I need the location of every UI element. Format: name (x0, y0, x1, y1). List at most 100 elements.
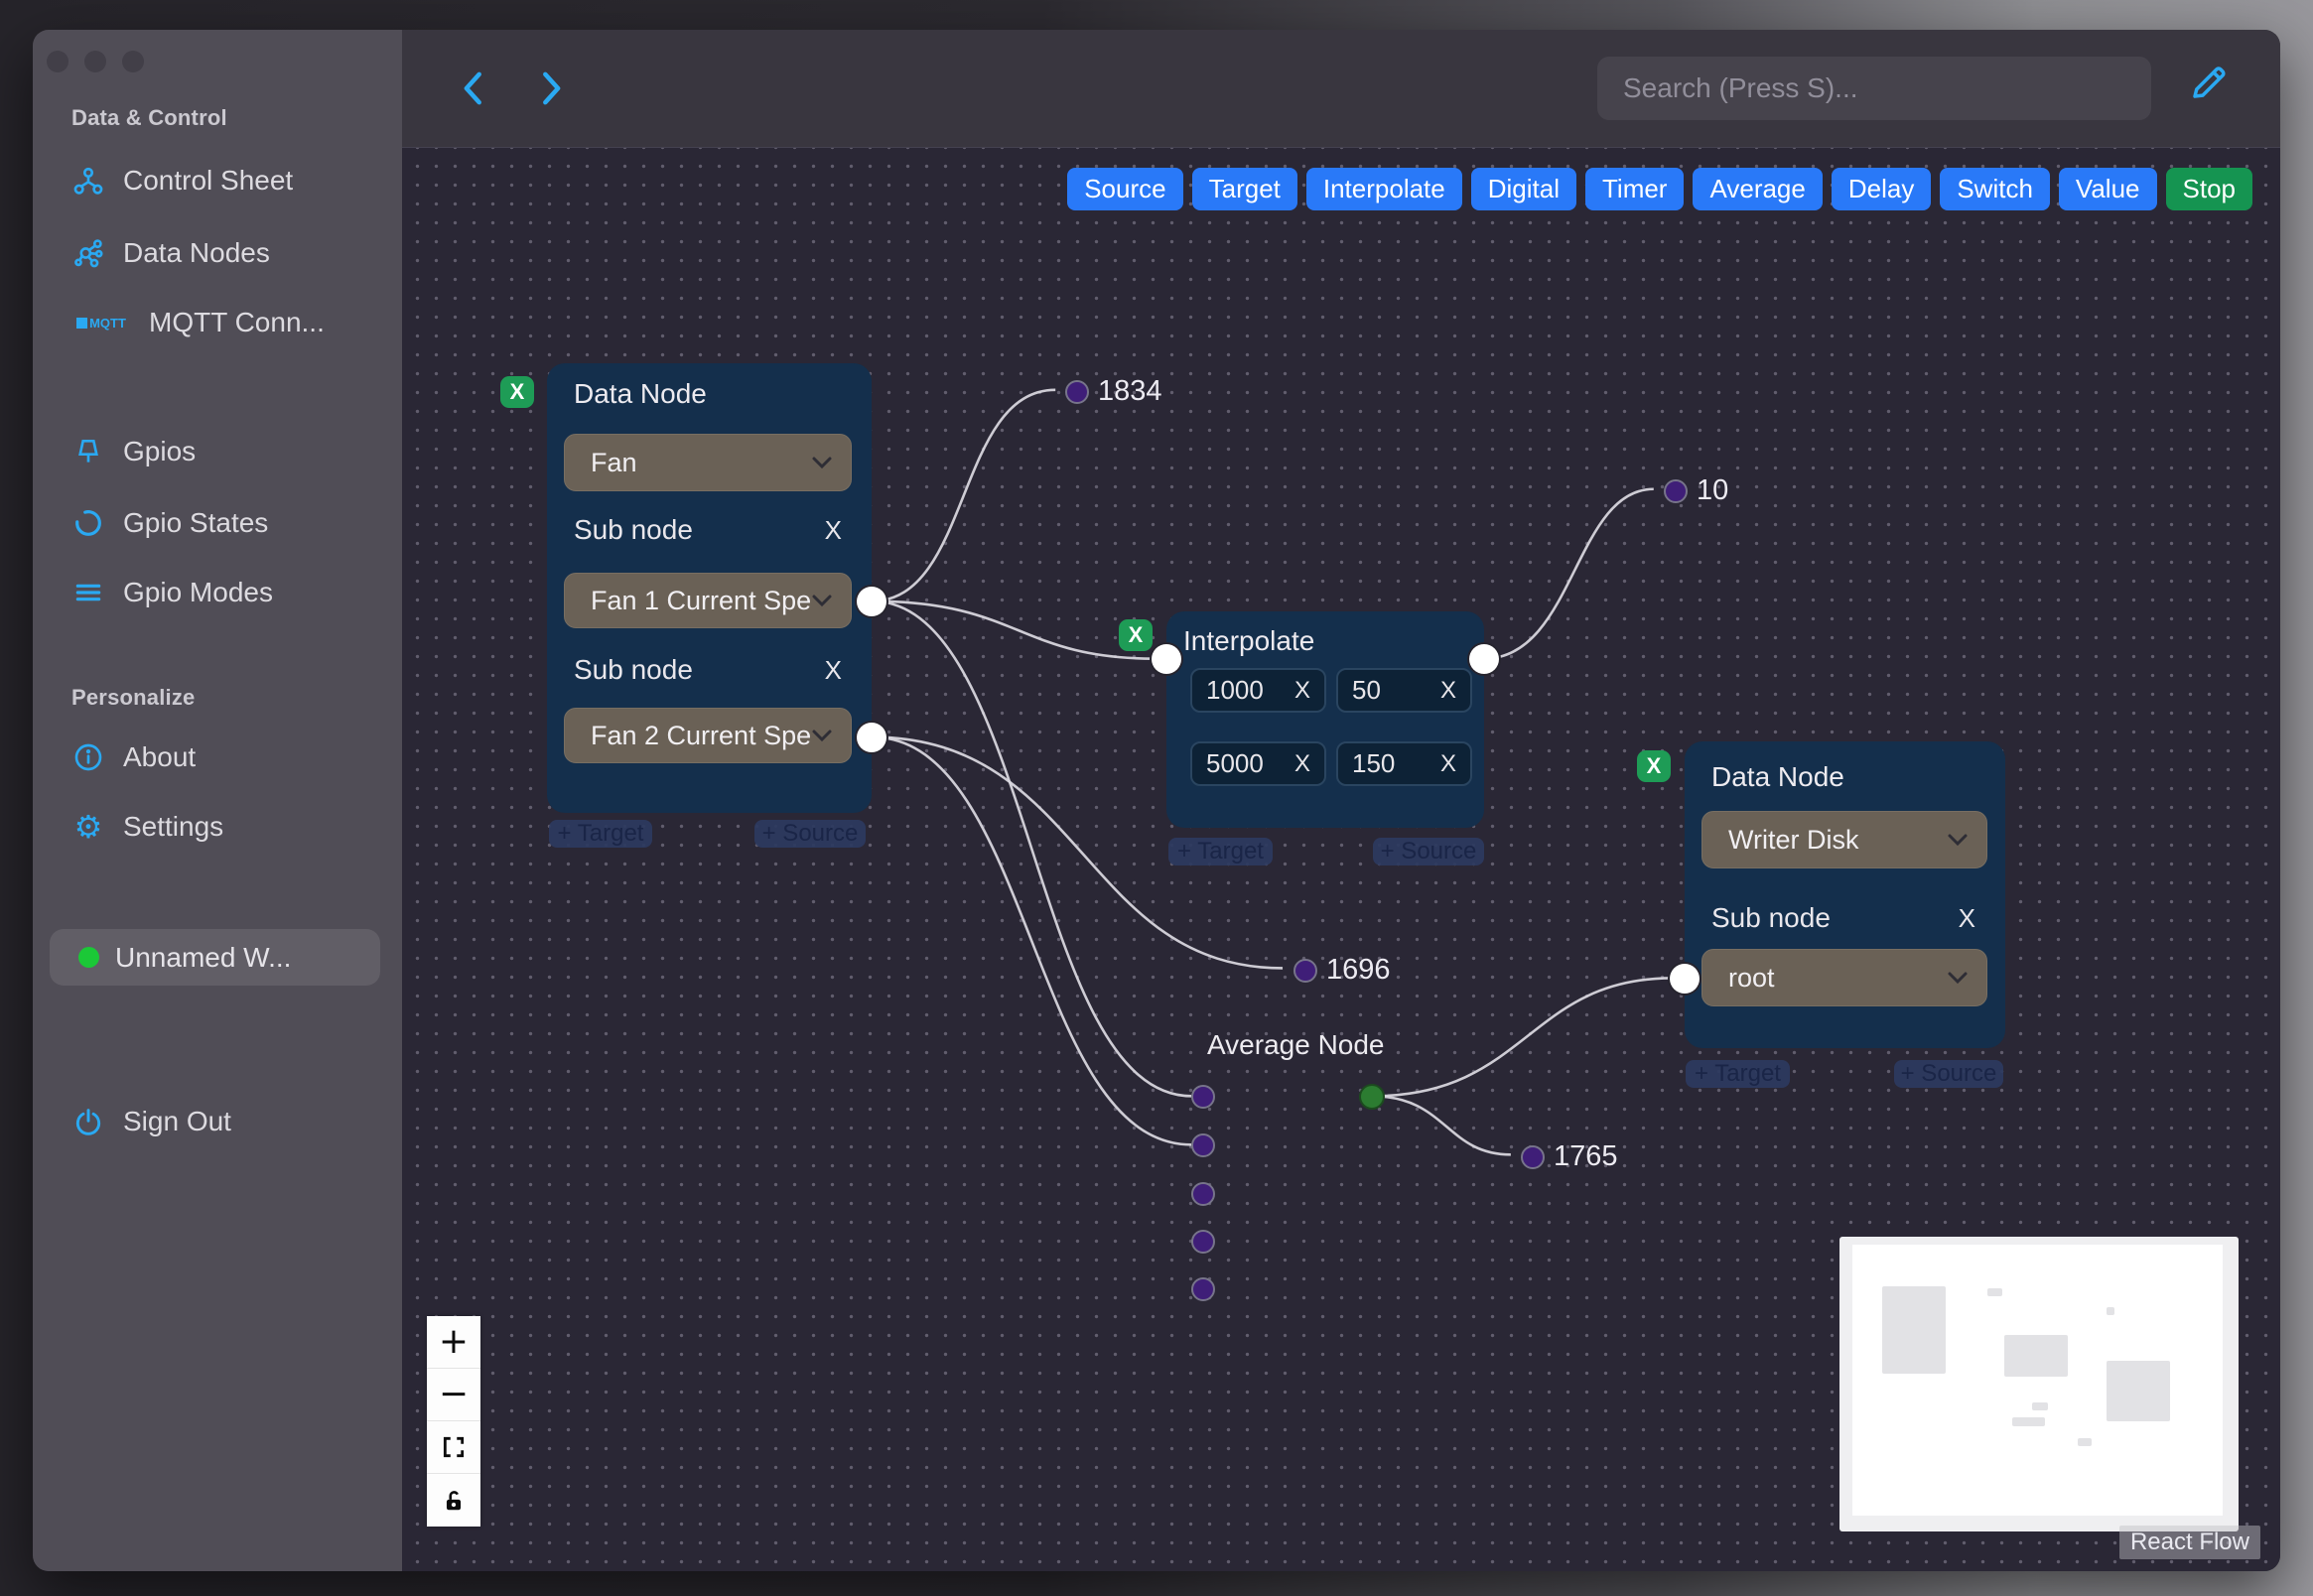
lock-button[interactable] (427, 1474, 480, 1527)
average-target-handle-2[interactable] (1191, 1133, 1215, 1157)
average-target-handle-1[interactable] (1191, 1085, 1215, 1109)
top-header (402, 30, 2280, 147)
sidebar-item-sign-out[interactable]: Sign Out (71, 1100, 231, 1143)
minimap-writer-node (2107, 1361, 2170, 1421)
sidebar-item-workflow[interactable]: Unnamed W... (50, 929, 380, 986)
zoom-in-button[interactable]: + (427, 1316, 480, 1369)
value-dot[interactable] (1293, 958, 1317, 983)
average-node-title: Average Node (1207, 1029, 1385, 1060)
edge-fan1-1834 (872, 388, 1056, 602)
fan-data-node[interactable]: X Data Node Fan Sub node X Fan 1 Current… (500, 363, 872, 813)
add-delay-button[interactable]: Delay (1831, 168, 1932, 210)
clear-value-button[interactable]: X (1294, 677, 1310, 705)
sidebar-item-mqtt[interactable]: MQTT MQTT Conn... (71, 301, 325, 344)
app-window: Data & Control Control Sheet Data Nodes … (33, 30, 2280, 1571)
interpolate-input-1[interactable]: 50 X (1336, 668, 1472, 713)
interpolate-input-0[interactable]: 1000 X (1190, 668, 1326, 713)
writer-target-handle[interactable] (1670, 964, 1700, 994)
zoom-out-button[interactable]: − (427, 1369, 480, 1421)
workflow-status-dot (78, 947, 99, 968)
writer-sub-select[interactable]: root (1701, 949, 1987, 1006)
minimap-label-1696 (2032, 1402, 2048, 1410)
sidebar-item-settings[interactable]: ⚙ Settings (71, 805, 224, 849)
sidebar-item-about[interactable]: About (71, 735, 196, 779)
minimap[interactable] (1839, 1237, 2239, 1531)
node-palette-toolbar: Source Target Interpolate Digital Timer … (1067, 168, 2252, 210)
value-dot[interactable] (1065, 379, 1089, 404)
average-source-handle[interactable] (1359, 1084, 1385, 1110)
flow-canvas[interactable]: Source Target Interpolate Digital Timer … (402, 147, 2280, 1571)
interpolate-source-handle[interactable] (1469, 644, 1499, 674)
add-switch-button[interactable]: Switch (1940, 168, 2050, 210)
interpolate-node[interactable]: X Interpolate 1000 X 50 X 5000 X 150 X (1119, 611, 1484, 828)
sub-node-row: Sub node X (574, 654, 842, 686)
writer-add-target-pill[interactable]: + Target (1686, 1060, 1790, 1088)
edit-pencil-icon[interactable] (2187, 62, 2231, 105)
clear-value-button[interactable]: X (1294, 750, 1310, 778)
minimap-interpolate-node (2004, 1335, 2068, 1377)
sidebar-item-label: About (123, 741, 197, 772)
add-source-button[interactable]: Source (1067, 168, 1183, 210)
add-average-button[interactable]: Average (1693, 168, 1823, 210)
search-input[interactable] (1597, 57, 2151, 120)
sub-node-row: Sub node X (1711, 902, 1975, 934)
fan-source-handle-2[interactable] (857, 723, 886, 752)
fit-view-button[interactable] (427, 1421, 480, 1474)
forward-button[interactable] (529, 66, 573, 113)
sidebar-item-gpio-states[interactable]: Gpio States (71, 501, 268, 545)
writer-data-node[interactable]: X Data Node Writer Disk Sub node X root (1637, 741, 2005, 1048)
fan-sub1-select[interactable]: Fan 1 Current Spe (564, 573, 852, 628)
value-label-1696: 1696 (1293, 954, 1391, 987)
delete-fan-node-button[interactable]: X (500, 376, 534, 408)
interpolate-input-2[interactable]: 5000 X (1190, 741, 1326, 786)
add-interpolate-button[interactable]: Interpolate (1305, 168, 1462, 210)
sidebar-item-gpio-modes[interactable]: Gpio Modes (71, 571, 273, 614)
fan-sub2-select[interactable]: Fan 2 Current Spe (564, 708, 852, 763)
add-timer-button[interactable]: Timer (1585, 168, 1685, 210)
add-digital-button[interactable]: Digital (1470, 168, 1576, 210)
maximize-window-icon[interactable] (122, 51, 144, 72)
fan-add-target-pill[interactable]: + Target (549, 820, 652, 848)
close-window-icon[interactable] (47, 51, 68, 72)
value-label-1834: 1834 (1065, 375, 1162, 408)
average-target-handle-4[interactable] (1191, 1230, 1215, 1254)
delete-writer-node-button[interactable]: X (1637, 750, 1671, 782)
fan-add-source-pill[interactable]: + Source (754, 820, 866, 848)
interpolate-input-3[interactable]: 150 X (1336, 741, 1472, 786)
value-dot[interactable] (1664, 478, 1688, 503)
interpolate-target-handle[interactable] (1152, 644, 1181, 674)
sidebar-item-gpios[interactable]: Gpios (71, 430, 196, 473)
average-target-handle-3[interactable] (1191, 1182, 1215, 1206)
sidebar-item-control-sheet[interactable]: Control Sheet (71, 159, 293, 202)
remove-sub-node-button[interactable]: X (825, 515, 842, 546)
writer-device-select[interactable]: Writer Disk (1701, 811, 1987, 868)
node-title: Interpolate (1183, 625, 1315, 656)
minimap-label-1834 (1987, 1288, 2002, 1296)
react-flow-attribution: React Flow (2118, 1526, 2260, 1559)
interpolate-add-target-pill[interactable]: + Target (1168, 838, 1273, 865)
remove-sub-node-button[interactable]: X (1959, 903, 1975, 934)
mqtt-icon: MQTT (71, 306, 131, 339)
spinner-circle-icon (71, 506, 105, 540)
clear-value-button[interactable]: X (1440, 750, 1456, 778)
writer-add-source-pill[interactable]: + Source (1894, 1060, 2003, 1088)
add-target-button[interactable]: Target (1191, 168, 1297, 210)
clear-value-button[interactable]: X (1440, 677, 1456, 705)
average-target-handle-5[interactable] (1191, 1277, 1215, 1301)
edge-average-1765 (1371, 1095, 1511, 1156)
fan-source-handle-1[interactable] (857, 587, 886, 616)
sidebar-item-data-nodes[interactable]: Data Nodes (71, 231, 270, 275)
back-button[interactable] (452, 66, 495, 113)
fan-device-select[interactable]: Fan (564, 434, 852, 491)
value-dot[interactable] (1521, 1144, 1545, 1169)
delete-interpolate-node-button[interactable]: X (1119, 619, 1153, 651)
sidebar-item-label: Control Sheet (123, 165, 294, 196)
interpolate-add-source-pill[interactable]: + Source (1373, 838, 1484, 865)
minimize-window-icon[interactable] (84, 51, 106, 72)
chevron-down-icon (812, 457, 832, 469)
stop-button[interactable]: Stop (2165, 168, 2252, 210)
edge-fan1-interpolate (872, 599, 1156, 660)
remove-sub-node-button[interactable]: X (825, 655, 842, 686)
node-title: Data Node (1711, 761, 1844, 792)
add-value-button[interactable]: Value (2058, 168, 2157, 210)
